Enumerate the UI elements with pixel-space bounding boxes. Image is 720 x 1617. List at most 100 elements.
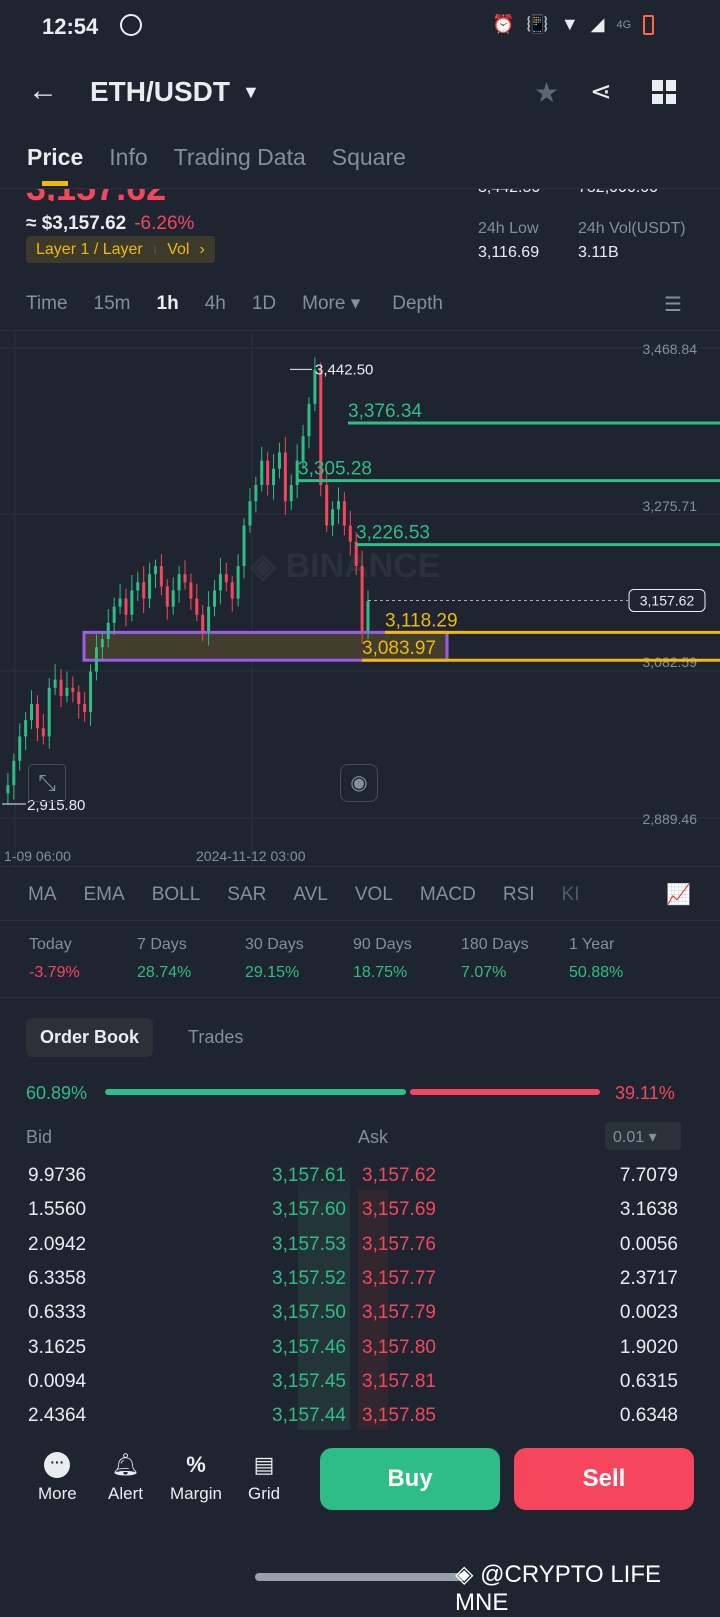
margin-label: Margin [170, 1484, 222, 1503]
grid-menu-icon[interactable] [652, 80, 676, 104]
bid-price: 3,157.44 [272, 1405, 346, 1427]
ind-avl[interactable]: AVL [293, 884, 328, 906]
ind-rsi[interactable]: RSI [503, 884, 535, 906]
candle-body [130, 590, 134, 615]
candle-body [71, 687, 75, 692]
ind-sar[interactable]: SAR [227, 884, 266, 906]
order-book-row[interactable]: 1.5560 3,157.60 3,157.69 3.1638 [0, 1193, 720, 1227]
bid-header: Bid [26, 1127, 53, 1147]
order-book-row[interactable]: 2.4364 3,157.44 3,157.85 0.6348 [0, 1399, 720, 1433]
tab-order-book-label: Order Book [40, 1027, 140, 1047]
sell-button[interactable]: Sell [514, 1448, 694, 1510]
ask-percent: 39.11% [615, 1083, 675, 1103]
candle-body [201, 614, 205, 631]
tab-square[interactable]: Square [332, 144, 406, 171]
candle-body [224, 574, 228, 583]
bid-price: 3,157.50 [272, 1302, 346, 1324]
order-book-row[interactable]: 2.0942 3,157.53 3,157.76 0.0056 [0, 1228, 720, 1262]
ind-ema[interactable]: EMA [84, 884, 125, 906]
candle-body [207, 606, 211, 631]
tab-price[interactable]: Price [27, 144, 83, 171]
back-button[interactable]: ← [28, 74, 58, 108]
visibility-eye-icon[interactable]: ◉ [340, 764, 378, 802]
candle-body [165, 586, 169, 607]
candle-body [24, 720, 28, 737]
more-label: More [38, 1484, 77, 1503]
ind-macd[interactable]: MACD [420, 884, 476, 906]
tf-time[interactable]: Time [26, 293, 68, 315]
order-book-row[interactable]: 9.9736 3,157.61 3,157.62 7.7079 [0, 1159, 720, 1193]
tf-more[interactable]: More ▾ [302, 292, 360, 315]
grid-button[interactable]: ▤ Grid [248, 1452, 280, 1504]
tf-1d[interactable]: 1D [252, 293, 276, 315]
tab-trades[interactable]: Trades [188, 1027, 243, 1048]
ask-header: Ask [358, 1127, 389, 1147]
precision-select[interactable]: 0.01 ▾ [605, 1122, 681, 1150]
tag-vol: Vol [167, 240, 190, 258]
tf-1h[interactable]: 1h [157, 293, 179, 315]
margin-button[interactable]: % Margin [170, 1452, 222, 1504]
watermark-text: @CRYPTO LIFE MNE [455, 1561, 661, 1616]
more-button[interactable]: ··· More [38, 1452, 77, 1504]
candle-body [254, 484, 258, 502]
ind-boll[interactable]: BOLL [152, 884, 201, 906]
chart-settings-icon[interactable]: ☰ [664, 292, 682, 317]
battery-icon [643, 14, 655, 35]
pair-selector[interactable]: ETH/USDT ▼ [90, 76, 260, 108]
bid-amount: 0.6333 [28, 1302, 87, 1324]
ind-ma[interactable]: MA [28, 884, 57, 906]
vol-usdt-value: 3.11B [578, 244, 619, 261]
high-label: 3,442.50 [315, 361, 373, 378]
ask-amount: 0.6315 [619, 1370, 678, 1392]
candle-body [266, 460, 270, 485]
share-icon[interactable]: ⋖ [590, 76, 612, 107]
tab-trading-data[interactable]: Trading Data [174, 144, 306, 171]
performance-value: -3.79% [29, 964, 80, 981]
performance-label: 1 Year [569, 936, 615, 953]
indicator-settings-icon[interactable]: 📈 [666, 882, 691, 907]
candle-body [195, 598, 199, 615]
ind-kdj[interactable]: KI [562, 884, 580, 906]
price-level-label: 3,118.29 [385, 610, 458, 631]
wifi-icon: ▼ [560, 14, 579, 34]
candle-body [148, 574, 152, 599]
order-book-row[interactable]: 0.6333 3,157.50 3,157.79 0.0023 [0, 1296, 720, 1330]
order-book-row[interactable]: 0.0094 3,157.45 3,157.81 0.6315 [0, 1365, 720, 1399]
low-label: 24h Low [478, 220, 539, 237]
fullscreen-icon[interactable]: ⤡ [28, 764, 66, 802]
candle-body [301, 436, 305, 461]
tf-depth[interactable]: Depth [392, 293, 443, 315]
alert-button[interactable]: 🔔︎ Alert [108, 1452, 143, 1504]
bid-price: 3,157.60 [272, 1199, 346, 1221]
ask-amount: 0.0056 [619, 1233, 678, 1255]
tf-4h[interactable]: 4h [205, 293, 226, 315]
price-level-label: 3,226.53 [356, 523, 430, 544]
candle-body [47, 687, 51, 737]
timeframe-bar: Time 15m 1h 4h 1D More ▾ Depth [26, 292, 469, 315]
precision-value: 0.01 [613, 1129, 645, 1146]
bid-amount: 0.0094 [28, 1370, 87, 1392]
candle-body [342, 501, 346, 526]
star-icon[interactable]: ★ [534, 76, 559, 109]
ind-vol[interactable]: VOL [355, 884, 393, 906]
tf-15m[interactable]: 15m [94, 293, 131, 315]
tab-order-book[interactable]: Order Book [26, 1018, 154, 1057]
bid-amount: 3.1625 [28, 1336, 87, 1358]
performance-value: 50.88% [569, 964, 624, 981]
ask-ratio-fill [410, 1089, 600, 1095]
order-book-row[interactable]: 3.1625 3,157.46 3,157.80 1.9020 [0, 1331, 720, 1365]
bid-percent: 60.89% [26, 1083, 88, 1103]
bid-ratio-fill [105, 1089, 407, 1095]
order-book-row[interactable]: 6.3358 3,157.52 3,157.77 2.3717 [0, 1262, 720, 1296]
candle-body [277, 452, 281, 469]
candle-body [289, 484, 293, 502]
candle-body [236, 566, 240, 599]
grid-icon: ▤ [253, 1452, 275, 1477]
tab-info[interactable]: Info [109, 144, 147, 171]
ask-price: 3,157.69 [362, 1199, 436, 1221]
chevron-right-icon: › [199, 240, 205, 258]
ask-amount: 0.0023 [619, 1302, 678, 1324]
tag-chip[interactable]: Layer 1 / Layer ı Vol › [26, 236, 215, 263]
home-indicator[interactable] [255, 1573, 465, 1581]
buy-button[interactable]: Buy [320, 1448, 500, 1510]
